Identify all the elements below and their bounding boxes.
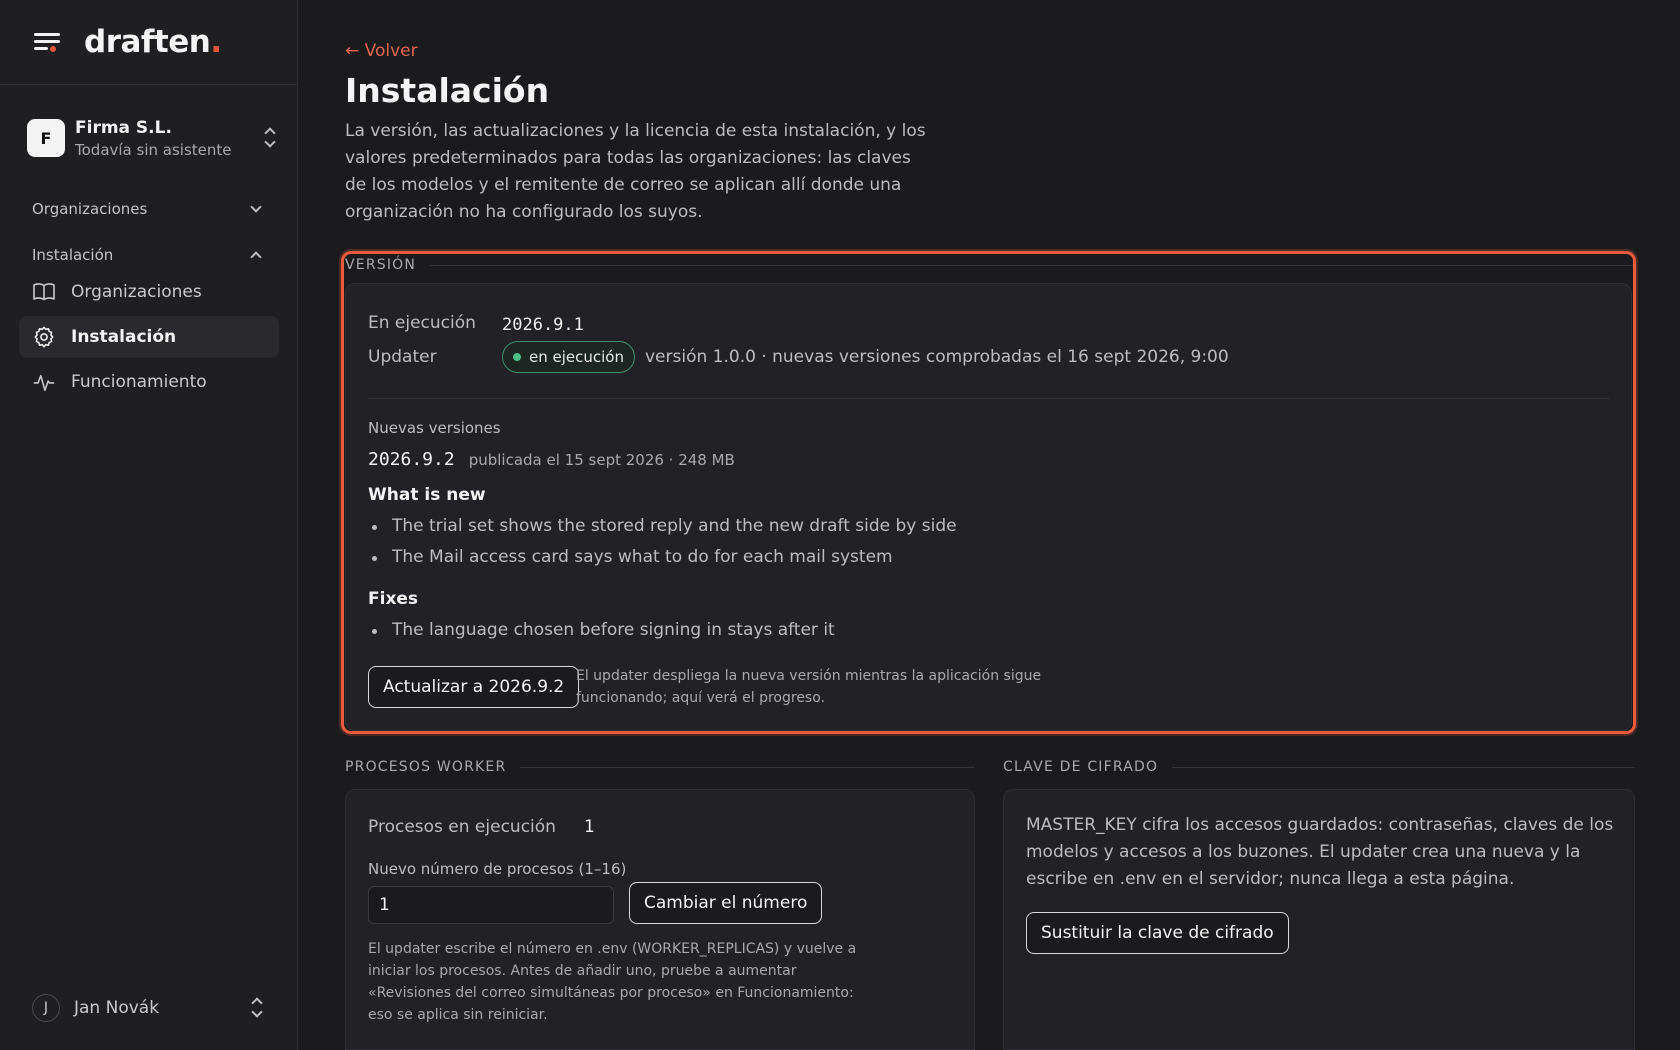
gear-icon [33,326,55,348]
sidebar-item-instalacion[interactable]: Instalación [19,316,279,358]
running-version-value: 2026.9.1 [502,315,584,335]
sidebar-item-funcionamiento[interactable]: Funcionamiento [19,361,279,403]
org-subtitle: Todavía sin asistente [75,140,232,159]
whats-new-list: The trial set shows the stored reply and… [368,516,957,578]
user-avatar: J [32,994,60,1022]
update-note: El updater despliega la nueva versión mi… [576,668,1042,706]
nav-group-instalacion[interactable]: Instalación [32,242,264,268]
user-name: Jan Novák [74,998,160,1018]
replace-key-button[interactable]: Sustituir la clave de cifrado [1026,912,1289,954]
workers-running-value: 1 [584,817,595,837]
book-open-icon [33,281,55,303]
fixes-list: The language chosen before signing in st… [368,620,835,651]
section-label-version: VERSIÓN [345,257,1633,273]
section-label-encryption: CLAVE DE CIFRADO [1003,759,1635,775]
page-title: Instalación [345,71,550,110]
running-version-label: En ejecución [368,313,476,333]
section-label-workers: PROCESOS WORKER [345,759,975,775]
sidebar: draften. F Firma S.L. Todavía sin asiste… [0,0,298,1050]
new-versions-label: Nuevas versiones [368,419,501,437]
encryption-text: MASTER_KEY cifra los accesos guardados: … [1026,815,1614,889]
nav-group-label: Instalación [32,246,114,264]
activity-icon [33,371,55,393]
nav-group-organizaciones[interactable]: Organizaciones [32,196,264,222]
updater-label: Updater [368,347,437,367]
sidebar-item-label: Instalación [71,327,177,347]
chevron-up-down-icon [263,127,277,149]
list-item: The Mail access card says what to do for… [368,547,957,578]
org-name: Firma S.L. [75,117,172,138]
workers-running-label: Procesos en ejecución [368,817,556,837]
workers-note: El updater escribe el número en .env (WO… [368,941,857,1023]
menu-icon[interactable] [34,31,60,53]
version-section: VERSIÓN En ejecución 2026.9.1 Updater en… [341,251,1636,734]
org-switcher[interactable]: F Firma S.L. Todavía sin asistente [27,116,277,160]
whats-new-title: What is new [368,485,486,505]
brand-bar: draften. [0,0,297,85]
chevron-down-icon [250,201,262,213]
nav-group-label: Organizaciones [32,200,148,218]
version-card: En ejecución 2026.9.1 Updater en ejecuci… [345,283,1632,731]
page-description: La versión, las actualizaciones y la lic… [345,121,926,222]
workers-count-input[interactable] [368,886,614,924]
fixes-title: Fixes [368,589,419,609]
user-switcher[interactable]: J Jan Novák [32,993,264,1023]
encryption-card: MASTER_KEY cifra los accesos guardados: … [1003,789,1635,1050]
sidebar-item-label: Organizaciones [71,282,202,302]
org-avatar: F [27,119,65,157]
update-button[interactable]: Actualizar a 2026.9.2 [368,666,580,708]
chevron-up-down-icon [250,997,264,1019]
list-item: The trial set shows the stored reply and… [368,516,957,547]
change-number-button[interactable]: Cambiar el número [629,882,823,924]
workers-card: Procesos en ejecución 1 Nuevo número de … [345,789,975,1050]
updater-status-badge: en ejecución [502,341,635,373]
sidebar-item-label: Funcionamiento [71,372,207,392]
new-version-number: 2026.9.2 [368,449,455,470]
new-version-meta: publicada el 15 sept 2026 · 248 MB [468,451,735,469]
status-dot-icon [513,353,521,361]
list-item: The language chosen before signing in st… [368,620,835,651]
back-link[interactable]: ← Volver [345,41,418,61]
updater-info: versión 1.0.0 · nuevas versiones comprob… [644,347,1229,367]
logo: draften. [84,24,222,60]
sidebar-item-organizaciones[interactable]: Organizaciones [19,271,279,313]
divider [368,398,1609,399]
chevron-up-icon [250,251,262,263]
workers-new-label: Nuevo número de procesos (1–16) [368,860,627,878]
